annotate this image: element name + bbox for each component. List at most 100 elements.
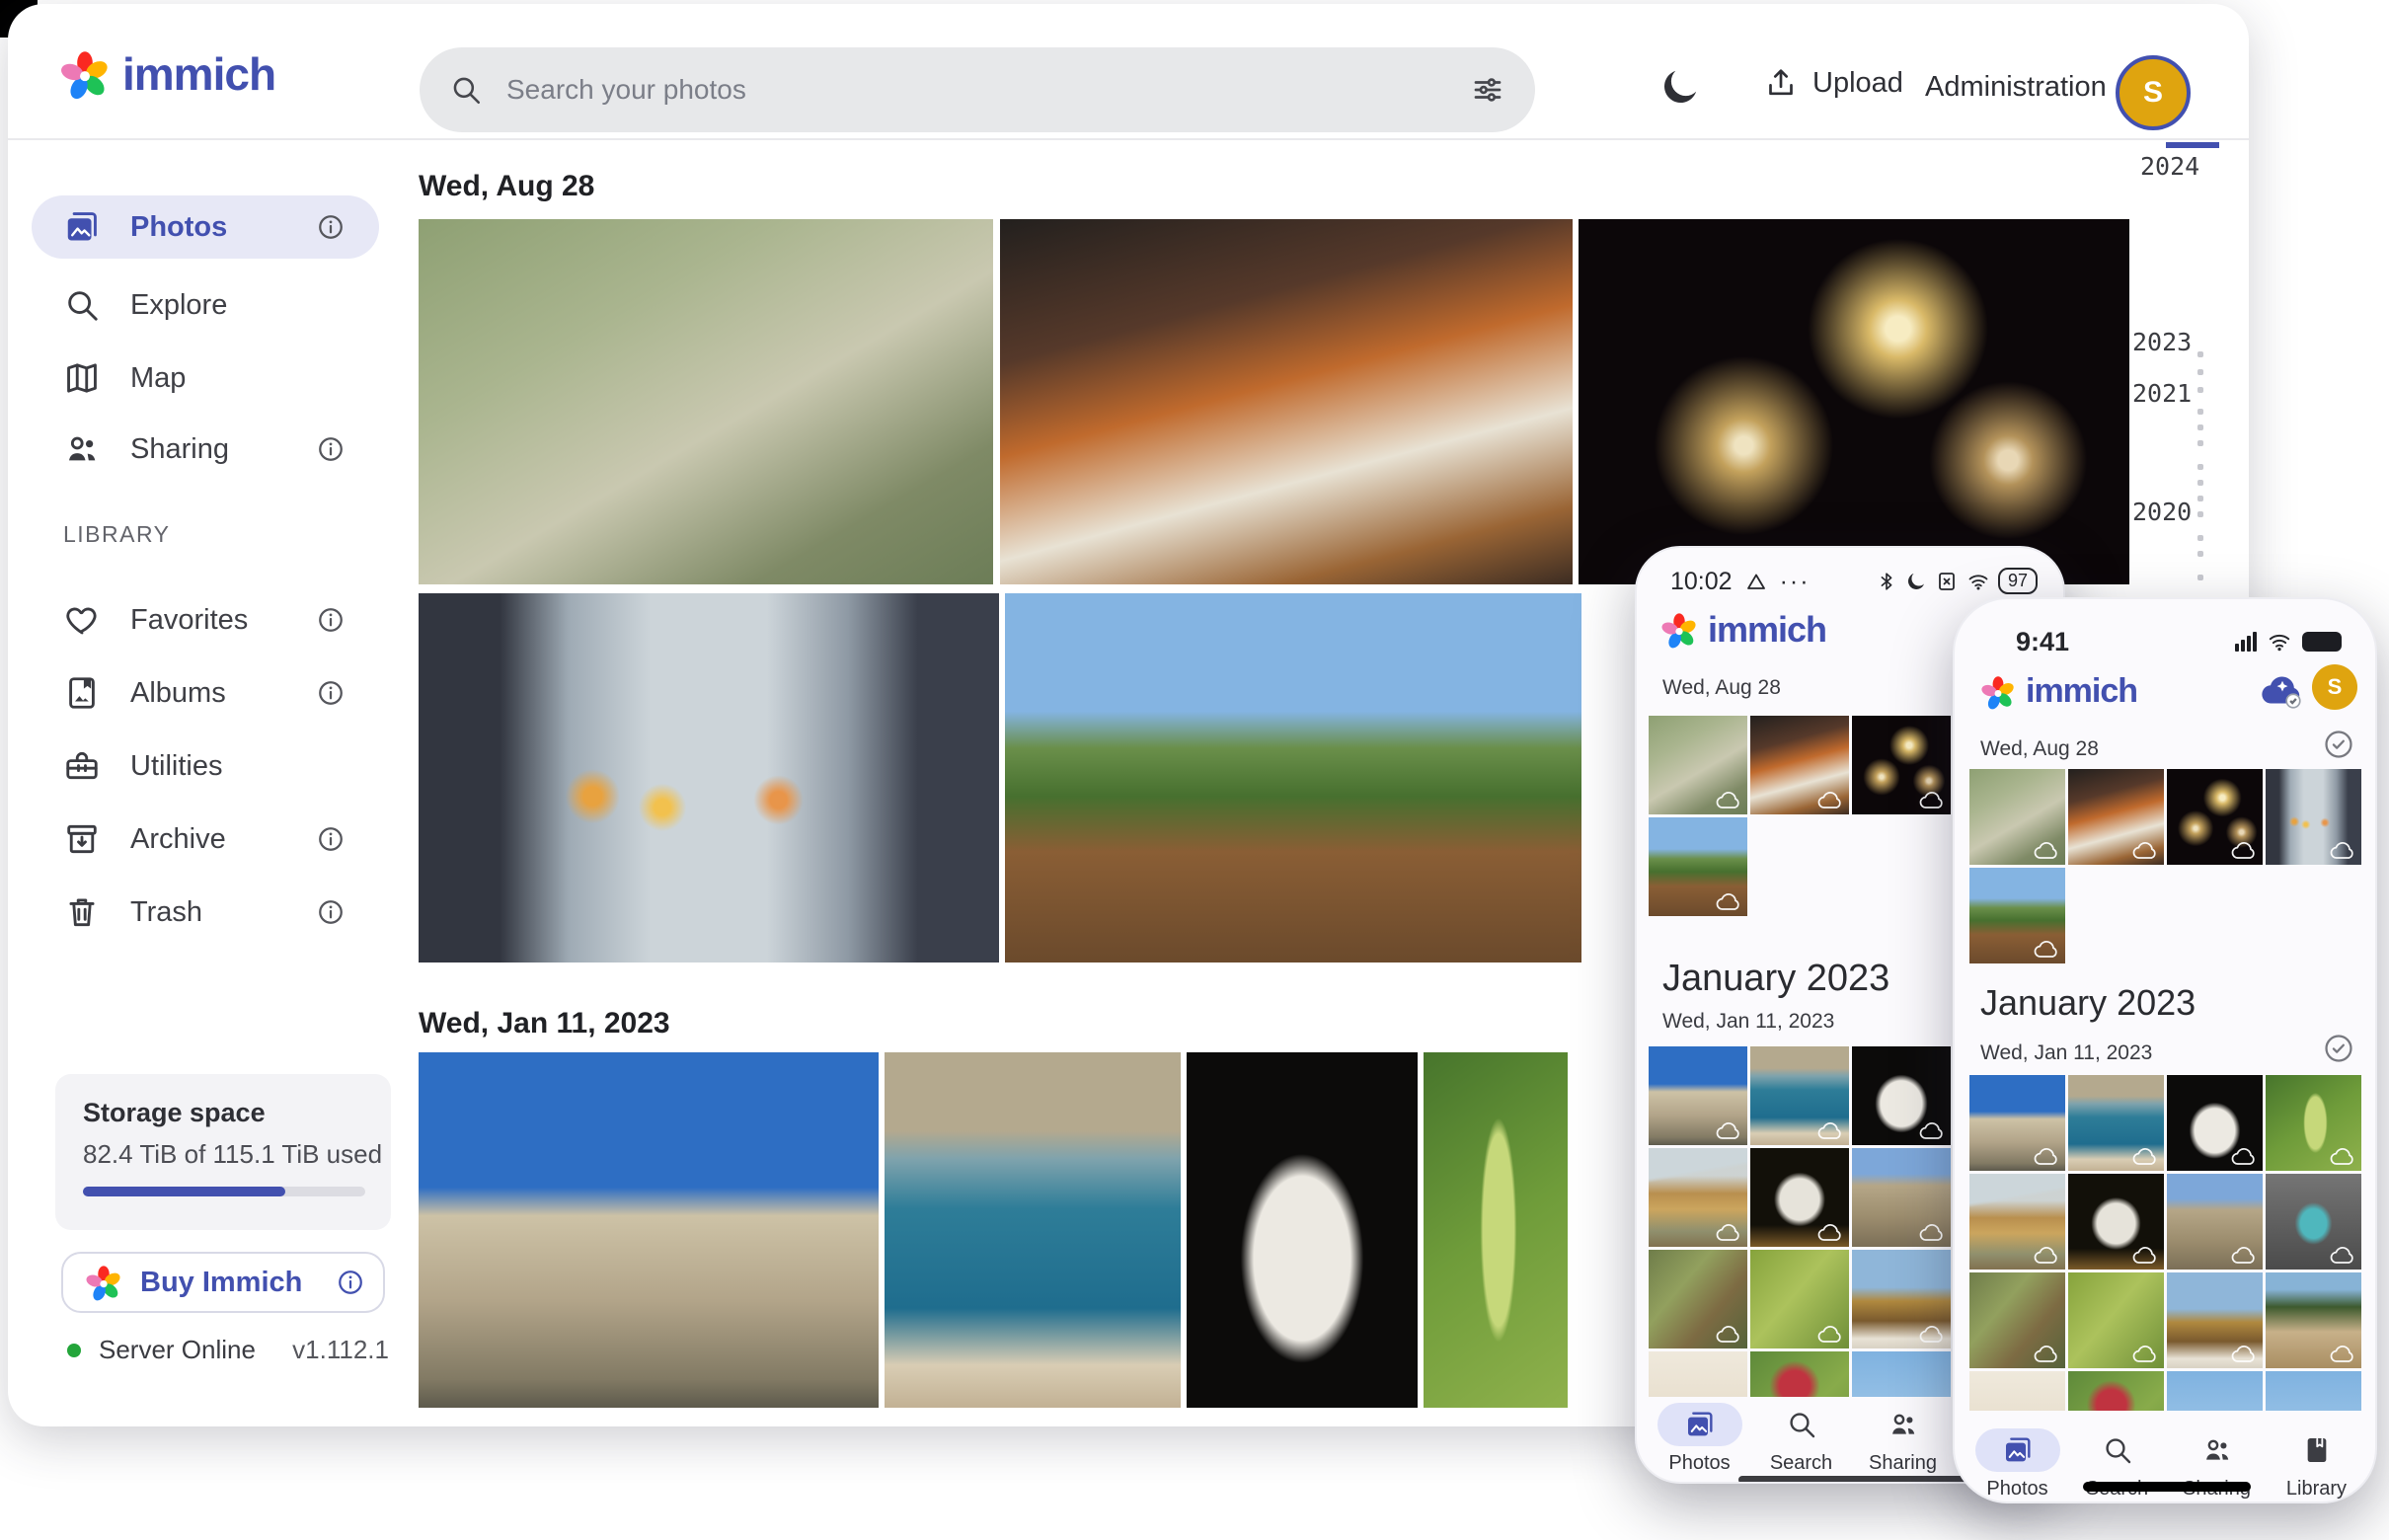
photo-blue-sky[interactable]	[2167, 1371, 2263, 1411]
immich-marketing-screenshot: immich Upload Administration S Photos Ex…	[0, 0, 2389, 1540]
info-icon[interactable]	[316, 605, 346, 635]
sidebar-item-sharing[interactable]: Sharing	[32, 418, 379, 481]
photo-stone-sculpture[interactable]	[2068, 1174, 2164, 1270]
cloud-sync-icon[interactable]	[2261, 670, 2304, 710]
sidebar-item-favorites[interactable]: Favorites	[32, 588, 379, 652]
search-bar[interactable]	[420, 47, 1535, 132]
dark-mode-toggle[interactable]	[1658, 65, 1702, 109]
photo-lizard-moss[interactable]	[2068, 1272, 2164, 1368]
cloud-backup-icon	[1817, 1120, 1843, 1140]
buy-immich-button[interactable]: Buy Immich	[61, 1252, 385, 1313]
wifi-icon	[1966, 570, 1990, 593]
nav-tab-photos[interactable]: Photos	[1967, 1428, 2067, 1501]
sidebar-item-map[interactable]: Map	[32, 346, 379, 410]
info-icon[interactable]	[316, 897, 346, 927]
photo-holding-hands[interactable]	[2266, 769, 2361, 865]
select-all-icon[interactable]	[2322, 1032, 2355, 1065]
nav-tab-sharing[interactable]: Sharing	[1852, 1403, 1954, 1475]
photo-blue-sky[interactable]	[1852, 1351, 1951, 1397]
photo-coastal-town[interactable]	[1750, 1046, 1849, 1145]
photo-bust-sculpture[interactable]	[1187, 1052, 1418, 1408]
photo-red-plant[interactable]	[1750, 1351, 1849, 1397]
photo-dinner-table[interactable]	[1750, 716, 1849, 814]
date-group-header: Wed, Jan 11, 2023	[419, 1007, 670, 1040]
immich-logo[interactable]: immich	[59, 47, 275, 101]
photo-castle-ruins[interactable]	[2167, 1174, 2263, 1270]
photos-icon	[1684, 1409, 1716, 1440]
search-icon	[449, 73, 483, 107]
administration-link[interactable]: Administration	[1925, 71, 2107, 104]
sidebar-item-trash[interactable]: Trash	[32, 881, 379, 944]
photo-red-plant[interactable]	[2068, 1371, 2164, 1411]
photo-green-berries[interactable]	[2266, 1075, 2361, 1171]
photo-beach-cliff[interactable]	[1969, 1174, 2065, 1270]
photo-blue-sky[interactable]	[2266, 1371, 2361, 1411]
photo-fireworks[interactable]	[2167, 769, 2263, 865]
heart-icon	[63, 601, 101, 639]
photo-fireworks[interactable]	[1852, 716, 1951, 814]
photo-dinner-table[interactable]	[2068, 769, 2164, 865]
photo-farm-field[interactable]	[2266, 1272, 2361, 1368]
photo-fortress-walls[interactable]	[1969, 1075, 2065, 1171]
photo-fortress-walls[interactable]	[419, 1052, 879, 1408]
timeline-current-year[interactable]: 2024	[2140, 152, 2199, 181]
photo-lizard-log[interactable]	[1649, 1250, 1747, 1348]
photo-fireworks[interactable]	[1579, 219, 2129, 584]
nav-tab-photos[interactable]: Photos	[1649, 1403, 1750, 1475]
info-icon[interactable]	[336, 1268, 365, 1297]
cloud-backup-icon	[2034, 1245, 2059, 1265]
upload-button[interactable]: Upload	[1763, 65, 1903, 101]
sidebar-item-archive[interactable]: Archive	[32, 808, 379, 871]
photo-castle-ruins[interactable]	[1852, 1148, 1951, 1247]
info-icon[interactable]	[316, 434, 346, 464]
photo-garden-path[interactable]	[1649, 817, 1747, 916]
user-avatar[interactable]: S	[2312, 664, 2357, 710]
home-indicator[interactable]	[2083, 1482, 2251, 1492]
photo-bust-sculpture[interactable]	[1852, 1046, 1951, 1145]
home-indicator[interactable]	[1738, 1476, 1965, 1484]
photo-cream-blur[interactable]	[1649, 1351, 1747, 1397]
sidebar-item-utilities[interactable]: Utilities	[32, 734, 379, 798]
user-avatar[interactable]: S	[2116, 55, 2191, 130]
photo-coastal-town[interactable]	[2068, 1075, 2164, 1171]
photo-garden-path[interactable]	[1969, 868, 2065, 963]
photo-winter-village[interactable]	[2167, 1272, 2263, 1368]
photo-lizard-moss[interactable]	[1750, 1250, 1849, 1348]
photo-beach-cliff[interactable]	[1649, 1148, 1747, 1247]
people-icon	[2201, 1434, 2233, 1466]
photo-fortress-walls[interactable]	[1649, 1046, 1747, 1145]
photo-teal-ornament[interactable]	[2266, 1174, 2361, 1270]
nav-tab-search[interactable]: Search	[1750, 1403, 1852, 1475]
photo-garden-path[interactable]	[1005, 593, 1581, 962]
photo-monkeys-zoo[interactable]	[1969, 769, 2065, 865]
search-filter-icon[interactable]	[1470, 72, 1505, 108]
photo-bust-sculpture[interactable]	[2167, 1075, 2263, 1171]
search-input[interactable]	[504, 73, 1470, 107]
photo-winter-village[interactable]	[1852, 1250, 1951, 1348]
sidebar-item-photos[interactable]: Photos	[32, 195, 379, 259]
timeline-current-indicator	[2166, 142, 2219, 148]
sidebar-item-albums[interactable]: Albums	[32, 661, 379, 725]
info-icon[interactable]	[316, 678, 346, 708]
select-all-icon[interactable]	[2322, 728, 2355, 761]
photo-coastal-town[interactable]	[885, 1052, 1181, 1408]
cloud-backup-icon	[2330, 1344, 2355, 1363]
timeline-year-2023[interactable]: 2023	[2132, 328, 2192, 356]
cloud-backup-icon	[2330, 840, 2355, 860]
photo-cream-blur[interactable]	[1969, 1371, 2065, 1411]
photo-monkeys-zoo[interactable]	[1649, 716, 1747, 814]
sidebar-item-explore[interactable]: Explore	[32, 273, 379, 337]
photo-green-berries[interactable]	[1424, 1052, 1568, 1408]
info-icon[interactable]	[316, 212, 346, 242]
date-header: Wed, Aug 28	[1662, 676, 1781, 700]
photo-holding-hands[interactable]	[419, 593, 999, 962]
nav-tab-library[interactable]: Library	[2267, 1428, 2366, 1501]
photo-monkeys-zoo[interactable]	[419, 219, 993, 584]
photo-dinner-table[interactable]	[1000, 219, 1573, 584]
timeline-year-2020[interactable]: 2020	[2132, 498, 2192, 526]
timeline-year-2021[interactable]: 2021	[2132, 379, 2192, 408]
photo-lizard-log[interactable]	[1969, 1272, 2065, 1368]
photo-stone-sculpture[interactable]	[1750, 1148, 1849, 1247]
timeline-tick	[2197, 480, 2203, 486]
info-icon[interactable]	[316, 824, 346, 854]
